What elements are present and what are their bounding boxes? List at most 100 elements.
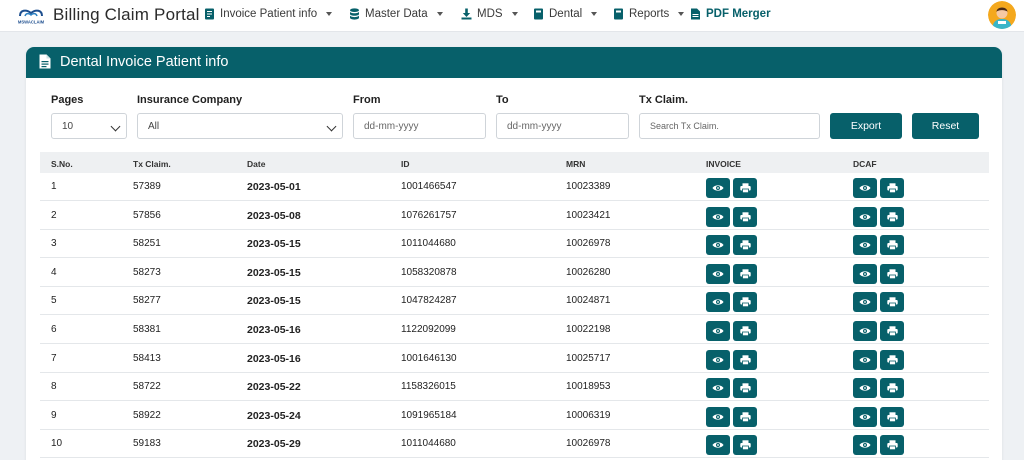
invoice-view-button[interactable] — [706, 321, 730, 341]
table-row — [40, 202, 989, 230]
dcaf-view-button[interactable] — [853, 206, 877, 227]
eye-icon — [712, 413, 724, 421]
printer-icon — [886, 183, 898, 193]
invoice-view-button[interactable] — [706, 349, 730, 370]
insurance-company-select[interactable]: All — [137, 113, 343, 139]
eye-icon — [859, 270, 871, 278]
insurance-company-value: All — [148, 120, 160, 132]
invoice-print-button[interactable] — [733, 435, 757, 456]
dcaf-view-button[interactable] — [853, 292, 877, 313]
cell-mrn: 10018953 — [566, 381, 611, 393]
nav-pdf-merger[interactable]: PDF Merger — [690, 8, 771, 20]
cell-tx-claim: 57389 — [133, 181, 161, 192]
nav-reports[interactable]: Reports — [613, 8, 685, 20]
dcaf-view-button[interactable] — [853, 263, 877, 284]
dcaf-view-button[interactable] — [853, 321, 877, 341]
cell-tx-claim: 58413 — [133, 352, 161, 364]
table-row — [40, 430, 989, 459]
invoice-print-button[interactable] — [733, 263, 757, 284]
cell-tx-claim: 58273 — [133, 266, 161, 278]
printer-icon — [739, 326, 751, 336]
printer-icon — [739, 297, 751, 308]
export-button[interactable]: Export — [830, 113, 902, 139]
invoice-view-button[interactable] — [706, 263, 730, 284]
to-date-input[interactable]: dd-mm-yyyy — [496, 113, 629, 139]
dcaf-view-button[interactable] — [853, 235, 877, 256]
invoice-view-button[interactable] — [706, 378, 730, 399]
invoice-view-button[interactable] — [706, 206, 730, 227]
cell-sno: 10 — [51, 438, 63, 450]
dcaf-view-button[interactable] — [853, 406, 877, 427]
table-row — [40, 402, 989, 430]
cell-mrn: 10022198 — [566, 324, 611, 335]
eye-icon — [859, 241, 871, 249]
eye-icon — [712, 213, 724, 221]
nav-invoice-patient-info[interactable]: Invoice Patient info — [204, 8, 333, 20]
invoice-view-button[interactable] — [706, 235, 730, 256]
brand-logo[interactable]: MSWACLAIM — [16, 7, 46, 25]
dcaf-print-button[interactable] — [880, 378, 904, 399]
dcaf-view-button[interactable] — [853, 349, 877, 370]
dcaf-view-button[interactable] — [853, 378, 877, 399]
nav-dental[interactable]: Dental — [533, 8, 598, 20]
dcaf-print-button[interactable] — [880, 406, 904, 427]
cell-id: 1158326015 — [401, 381, 456, 393]
eye-icon — [712, 298, 724, 306]
invoice-print-button[interactable] — [733, 406, 757, 427]
printer-icon — [886, 269, 898, 279]
to-label: To — [496, 94, 509, 106]
insurance-company-label: Insurance Company — [137, 94, 243, 106]
invoice-view-button[interactable] — [706, 178, 730, 198]
cell-mrn: 10006319 — [566, 409, 611, 421]
to-date-placeholder: dd-mm-yyyy — [507, 120, 562, 132]
dcaf-print-button[interactable] — [880, 292, 904, 313]
invoice-print-button[interactable] — [733, 235, 757, 256]
dcaf-print-button[interactable] — [880, 235, 904, 256]
card-header: Dental Invoice Patient info — [26, 47, 1002, 78]
dcaf-view-button[interactable] — [853, 435, 877, 456]
tx-claim-search-input[interactable]: Search Tx Claim. — [639, 113, 820, 139]
printer-icon — [886, 297, 898, 308]
invoice-print-button[interactable] — [733, 292, 757, 313]
dcaf-view-button[interactable] — [853, 178, 877, 198]
invoice-print-button[interactable] — [733, 378, 757, 399]
dcaf-print-button[interactable] — [880, 435, 904, 456]
invoice-view-button[interactable] — [706, 292, 730, 313]
eye-icon — [859, 327, 871, 335]
reset-button[interactable]: Reset — [912, 113, 979, 139]
eye-icon — [859, 184, 871, 192]
cell-sno: 9 — [51, 409, 57, 421]
eye-icon — [859, 356, 871, 364]
dcaf-print-button[interactable] — [880, 263, 904, 284]
invoice-print-button[interactable] — [733, 349, 757, 370]
nav-reports-label: Reports — [629, 8, 670, 20]
from-date-input[interactable]: dd-mm-yyyy — [353, 113, 486, 139]
chevron-down-icon — [511, 12, 518, 16]
invoice-view-button[interactable] — [706, 435, 730, 456]
printer-icon — [886, 354, 898, 365]
pages-select[interactable]: 10 — [51, 113, 127, 139]
invoice-view-button[interactable] — [706, 406, 730, 427]
nav-mds-label: MDS — [477, 8, 503, 20]
invoice-print-button[interactable] — [733, 321, 757, 341]
dcaf-print-button[interactable] — [880, 349, 904, 370]
printer-icon — [886, 383, 898, 394]
cell-mrn: 10026280 — [566, 266, 611, 278]
cell-date: 2023-05-16 — [247, 324, 301, 336]
nav-master-data[interactable]: Master Data — [349, 8, 443, 20]
invoice-print-button[interactable] — [733, 206, 757, 227]
cell-sno: 6 — [51, 324, 57, 335]
dcaf-print-button[interactable] — [880, 206, 904, 227]
nav-mds[interactable]: MDS — [461, 8, 518, 20]
col-header-sno: S.No. — [51, 159, 73, 169]
dcaf-print-button[interactable] — [880, 178, 904, 198]
tx-claim-label: Tx Claim. — [639, 94, 688, 106]
invoice-icon — [205, 8, 214, 20]
user-avatar[interactable] — [988, 1, 1016, 29]
dcaf-print-button[interactable] — [880, 321, 904, 341]
invoice-print-button[interactable] — [733, 178, 757, 198]
cell-date: 2023-05-24 — [247, 409, 301, 422]
cell-date: 2023-05-08 — [247, 209, 301, 222]
eye-icon — [859, 384, 871, 392]
cell-mrn: 10026978 — [566, 438, 611, 450]
